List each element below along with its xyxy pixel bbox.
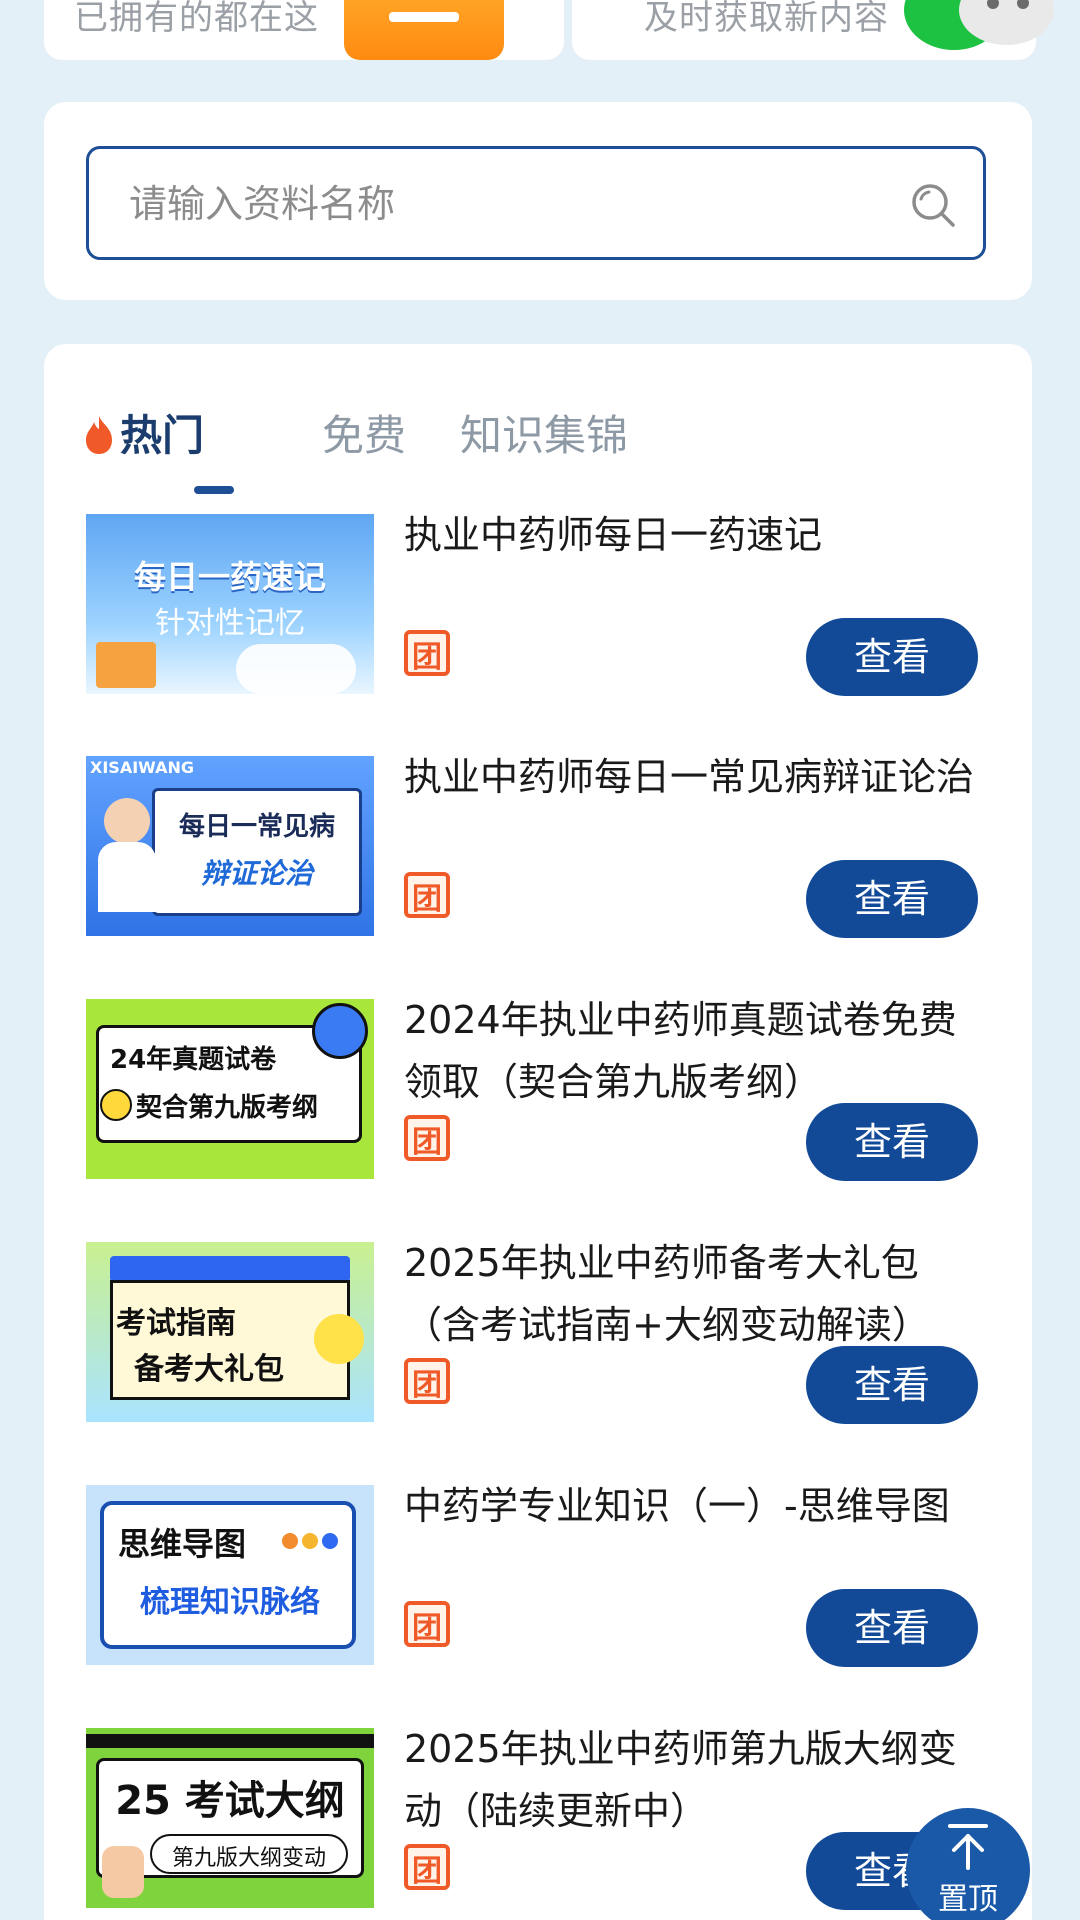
group-buy-icon: 团 <box>404 1115 450 1161</box>
group-buy-icon: 团 <box>404 872 450 918</box>
top-feature-cards: 已拥有的都在这 及时获取新内容 <box>44 0 1054 60</box>
tab-knowledge[interactable]: 知识集锦 <box>460 402 628 463</box>
search-input[interactable] <box>129 169 889 239</box>
item-title: 执业中药师每日一常见病辩证论治 <box>404 755 975 799</box>
item-title: 中药学专业知识（一）-思维导图 <box>404 1484 950 1528</box>
view-button[interactable]: 查看 <box>806 860 978 938</box>
tab-hot[interactable]: 热门 <box>82 402 204 463</box>
view-button[interactable]: 查看 <box>806 1589 978 1667</box>
list-icon <box>344 0 504 60</box>
view-button[interactable]: 查看 <box>806 1103 978 1181</box>
thumb-line2: 备考大礼包 <box>134 1352 284 1387</box>
search-box <box>86 146 986 260</box>
item-title: 2025年执业中药师备考大礼包（含考试指南+大纲变动解读） <box>404 1241 930 1347</box>
item-thumbnail: 思维导图 梳理知识脉络 <box>86 1485 374 1665</box>
tab-hot-label: 热门 <box>120 411 205 460</box>
list-item[interactable]: 每日一药速记 针对性记忆 执业中药师每日一药速记 团 查看 <box>86 504 1006 696</box>
thumb-brand: XISAIWANG <box>90 758 194 777</box>
thumb-line1: 25 考试大纲 <box>115 1778 345 1824</box>
thumb-line1: 考试指南 <box>116 1306 236 1341</box>
thumb-line2: 辩证论治 <box>200 857 313 890</box>
search-icon[interactable] <box>909 181 957 229</box>
group-buy-icon: 团 <box>404 1601 450 1647</box>
arrow-up-icon <box>948 1824 988 1870</box>
back-to-top-label: 置顶 <box>938 1882 998 1917</box>
item-title: 执业中药师每日一药速记 <box>404 513 823 557</box>
thumb-line1: 思维导图 <box>118 1525 247 1563</box>
item-title: 2024年执业中药师真题试卷免费领取（契合第九版考纲） <box>404 998 957 1104</box>
tab-free[interactable]: 免费 <box>322 402 406 463</box>
active-tab-indicator <box>194 486 234 494</box>
thumb-line1: 每日一常见病 <box>178 812 335 842</box>
list-item[interactable]: 25 考试大纲 第九版大纲变动 2025年执业中药师第九版大纲变动（陆续更新中）… <box>86 1718 1006 1910</box>
list-item[interactable]: 考试指南 备考大礼包 2025年执业中药师备考大礼包（含考试指南+大纲变动解读）… <box>86 1232 1006 1424</box>
thumb-line2: 契合第九版考纲 <box>136 1093 319 1123</box>
item-title: 2025年执业中药师第九版大纲变动（陆续更新中） <box>404 1727 957 1833</box>
item-thumbnail: 25 考试大纲 第九版大纲变动 <box>86 1728 374 1908</box>
thumb-line2: 梳理知识脉络 <box>140 1585 320 1620</box>
owned-card[interactable]: 已拥有的都在这 <box>44 0 564 60</box>
thumb-line2: 针对性记忆 <box>155 606 305 641</box>
group-buy-icon: 团 <box>404 1358 450 1404</box>
list-item[interactable]: 思维导图 梳理知识脉络 中药学专业知识（一）-思维导图 团 查看 <box>86 1475 1006 1667</box>
view-button[interactable]: 查看 <box>806 1346 978 1424</box>
group-buy-icon: 团 <box>404 630 450 676</box>
item-thumbnail: 每日一药速记 针对性记忆 <box>86 514 374 694</box>
flame-icon <box>86 416 112 454</box>
back-to-top-button[interactable]: 置顶 <box>906 1808 1030 1920</box>
thumb-line1: 每日一药速记 <box>133 558 326 596</box>
search-card <box>44 102 1032 300</box>
thumb-line2: 第九版大纲变动 <box>171 1846 326 1871</box>
list-item[interactable]: 24年真题试卷 契合第九版考纲 2024年执业中药师真题试卷免费领取（契合第九版… <box>86 989 1006 1181</box>
thumb-line1: 24年真题试卷 <box>110 1045 277 1075</box>
view-button[interactable]: 查看 <box>806 618 978 696</box>
list-item[interactable]: XISAIWANG 每日一常见病 辩证论治 执业中药师每日一常见病辩证论治 团 … <box>86 746 1006 938</box>
wechat-icon <box>904 0 1054 60</box>
group-buy-icon: 团 <box>404 1844 450 1890</box>
item-thumbnail: 24年真题试卷 契合第九版考纲 <box>86 999 374 1179</box>
owned-card-text: 已拥有的都在这 <box>74 0 319 38</box>
subscribe-card-text: 及时获取新内容 <box>644 0 889 38</box>
resource-list-card: 热门 免费 知识集锦 每日一药速记 针对性记忆 执业中药师每日一药速记 团 查看… <box>44 344 1032 1920</box>
item-thumbnail: 考试指南 备考大礼包 <box>86 1242 374 1422</box>
item-thumbnail: XISAIWANG 每日一常见病 辩证论治 <box>86 756 374 936</box>
